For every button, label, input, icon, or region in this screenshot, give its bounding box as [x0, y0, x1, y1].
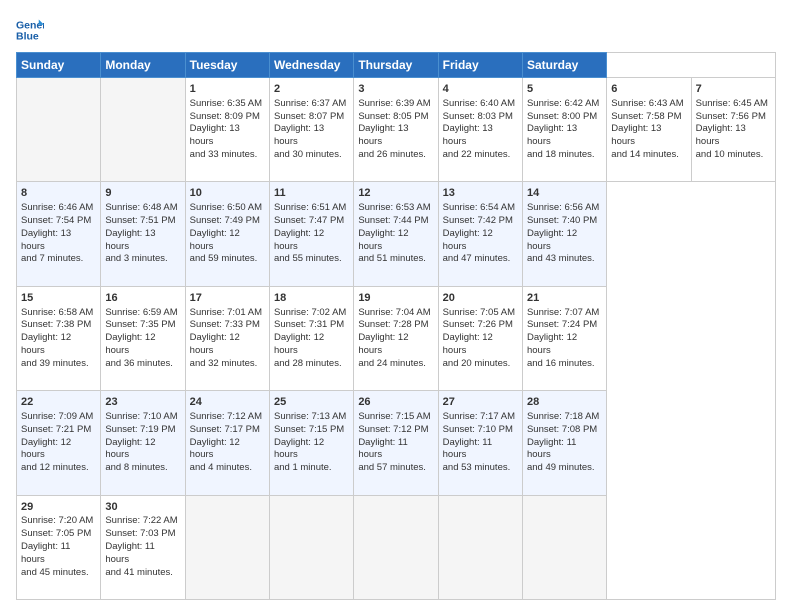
- calendar-cell: 30Sunrise: 7:22 AMSunset: 7:03 PMDayligh…: [101, 495, 185, 599]
- calendar-cell: 14Sunrise: 6:56 AMSunset: 7:40 PMDayligh…: [522, 182, 606, 286]
- day-number: 6: [611, 82, 686, 97]
- calendar-cell: 6Sunrise: 6:43 AMSunset: 7:58 PMDaylight…: [607, 78, 691, 182]
- day-number: 25: [274, 395, 349, 410]
- calendar-week-4: 29Sunrise: 7:20 AMSunset: 7:05 PMDayligh…: [17, 495, 776, 599]
- logo: General Blue: [16, 16, 44, 44]
- day-number: 27: [443, 395, 518, 410]
- day-number: 21: [527, 291, 602, 306]
- page: General Blue SundayMondayTuesdayWednesda…: [0, 0, 792, 612]
- calendar-cell: 21Sunrise: 7:07 AMSunset: 7:24 PMDayligh…: [522, 286, 606, 390]
- calendar-cell: 7Sunrise: 6:45 AMSunset: 7:56 PMDaylight…: [691, 78, 775, 182]
- calendar-cell: 25Sunrise: 7:13 AMSunset: 7:15 PMDayligh…: [269, 391, 353, 495]
- day-number: 22: [21, 395, 96, 410]
- calendar-cell: [269, 495, 353, 599]
- calendar-week-1: 8Sunrise: 6:46 AMSunset: 7:54 PMDaylight…: [17, 182, 776, 286]
- calendar-cell: [438, 495, 522, 599]
- calendar-cell: 1Sunrise: 6:35 AMSunset: 8:09 PMDaylight…: [185, 78, 269, 182]
- calendar-cell: 15Sunrise: 6:58 AMSunset: 7:38 PMDayligh…: [17, 286, 101, 390]
- calendar-week-0: 1Sunrise: 6:35 AMSunset: 8:09 PMDaylight…: [17, 78, 776, 182]
- weekday-header-saturday: Saturday: [522, 53, 606, 78]
- day-number: 15: [21, 291, 96, 306]
- day-number: 9: [105, 186, 180, 201]
- calendar-cell: [522, 495, 606, 599]
- day-number: 24: [190, 395, 265, 410]
- day-number: 1: [190, 82, 265, 97]
- day-number: 10: [190, 186, 265, 201]
- weekday-header-wednesday: Wednesday: [269, 53, 353, 78]
- calendar-cell: 17Sunrise: 7:01 AMSunset: 7:33 PMDayligh…: [185, 286, 269, 390]
- day-number: 23: [105, 395, 180, 410]
- calendar-cell: 11Sunrise: 6:51 AMSunset: 7:47 PMDayligh…: [269, 182, 353, 286]
- calendar-cell: 5Sunrise: 6:42 AMSunset: 8:00 PMDaylight…: [522, 78, 606, 182]
- weekday-header-friday: Friday: [438, 53, 522, 78]
- day-number: 17: [190, 291, 265, 306]
- calendar-cell: 3Sunrise: 6:39 AMSunset: 8:05 PMDaylight…: [354, 78, 438, 182]
- weekday-header-thursday: Thursday: [354, 53, 438, 78]
- calendar-cell: 18Sunrise: 7:02 AMSunset: 7:31 PMDayligh…: [269, 286, 353, 390]
- day-number: 4: [443, 82, 518, 97]
- day-number: 8: [21, 186, 96, 201]
- calendar-table: SundayMondayTuesdayWednesdayThursdayFrid…: [16, 52, 776, 600]
- weekday-header-monday: Monday: [101, 53, 185, 78]
- calendar-cell: 28Sunrise: 7:18 AMSunset: 7:08 PMDayligh…: [522, 391, 606, 495]
- day-number: 13: [443, 186, 518, 201]
- day-number: 2: [274, 82, 349, 97]
- weekday-header-sunday: Sunday: [17, 53, 101, 78]
- header: General Blue: [16, 16, 776, 44]
- svg-text:Blue: Blue: [16, 31, 39, 43]
- calendar-cell: 2Sunrise: 6:37 AMSunset: 8:07 PMDaylight…: [269, 78, 353, 182]
- calendar-cell: 23Sunrise: 7:10 AMSunset: 7:19 PMDayligh…: [101, 391, 185, 495]
- calendar-cell: 20Sunrise: 7:05 AMSunset: 7:26 PMDayligh…: [438, 286, 522, 390]
- calendar-cell: 16Sunrise: 6:59 AMSunset: 7:35 PMDayligh…: [101, 286, 185, 390]
- weekday-header-tuesday: Tuesday: [185, 53, 269, 78]
- day-number: 16: [105, 291, 180, 306]
- day-number: 20: [443, 291, 518, 306]
- calendar-cell: 27Sunrise: 7:17 AMSunset: 7:10 PMDayligh…: [438, 391, 522, 495]
- day-number: 14: [527, 186, 602, 201]
- calendar-week-3: 22Sunrise: 7:09 AMSunset: 7:21 PMDayligh…: [17, 391, 776, 495]
- calendar-cell: [101, 78, 185, 182]
- day-number: 19: [358, 291, 433, 306]
- calendar-cell: 22Sunrise: 7:09 AMSunset: 7:21 PMDayligh…: [17, 391, 101, 495]
- day-number: 5: [527, 82, 602, 97]
- calendar-cell: 4Sunrise: 6:40 AMSunset: 8:03 PMDaylight…: [438, 78, 522, 182]
- calendar-cell: 24Sunrise: 7:12 AMSunset: 7:17 PMDayligh…: [185, 391, 269, 495]
- calendar-week-2: 15Sunrise: 6:58 AMSunset: 7:38 PMDayligh…: [17, 286, 776, 390]
- calendar-cell: 19Sunrise: 7:04 AMSunset: 7:28 PMDayligh…: [354, 286, 438, 390]
- calendar-cell: 26Sunrise: 7:15 AMSunset: 7:12 PMDayligh…: [354, 391, 438, 495]
- day-number: 28: [527, 395, 602, 410]
- calendar-cell: 12Sunrise: 6:53 AMSunset: 7:44 PMDayligh…: [354, 182, 438, 286]
- day-number: 11: [274, 186, 349, 201]
- calendar-cell: [354, 495, 438, 599]
- day-number: 30: [105, 500, 180, 515]
- calendar-cell: 29Sunrise: 7:20 AMSunset: 7:05 PMDayligh…: [17, 495, 101, 599]
- day-number: 26: [358, 395, 433, 410]
- day-number: 7: [696, 82, 771, 97]
- day-number: 3: [358, 82, 433, 97]
- calendar-cell: 10Sunrise: 6:50 AMSunset: 7:49 PMDayligh…: [185, 182, 269, 286]
- logo-icon: General Blue: [16, 16, 44, 44]
- calendar-cell: 9Sunrise: 6:48 AMSunset: 7:51 PMDaylight…: [101, 182, 185, 286]
- calendar-cell: [185, 495, 269, 599]
- day-number: 29: [21, 500, 96, 515]
- calendar-cell: 13Sunrise: 6:54 AMSunset: 7:42 PMDayligh…: [438, 182, 522, 286]
- day-number: 18: [274, 291, 349, 306]
- calendar-cell: [17, 78, 101, 182]
- calendar-cell: 8Sunrise: 6:46 AMSunset: 7:54 PMDaylight…: [17, 182, 101, 286]
- day-number: 12: [358, 186, 433, 201]
